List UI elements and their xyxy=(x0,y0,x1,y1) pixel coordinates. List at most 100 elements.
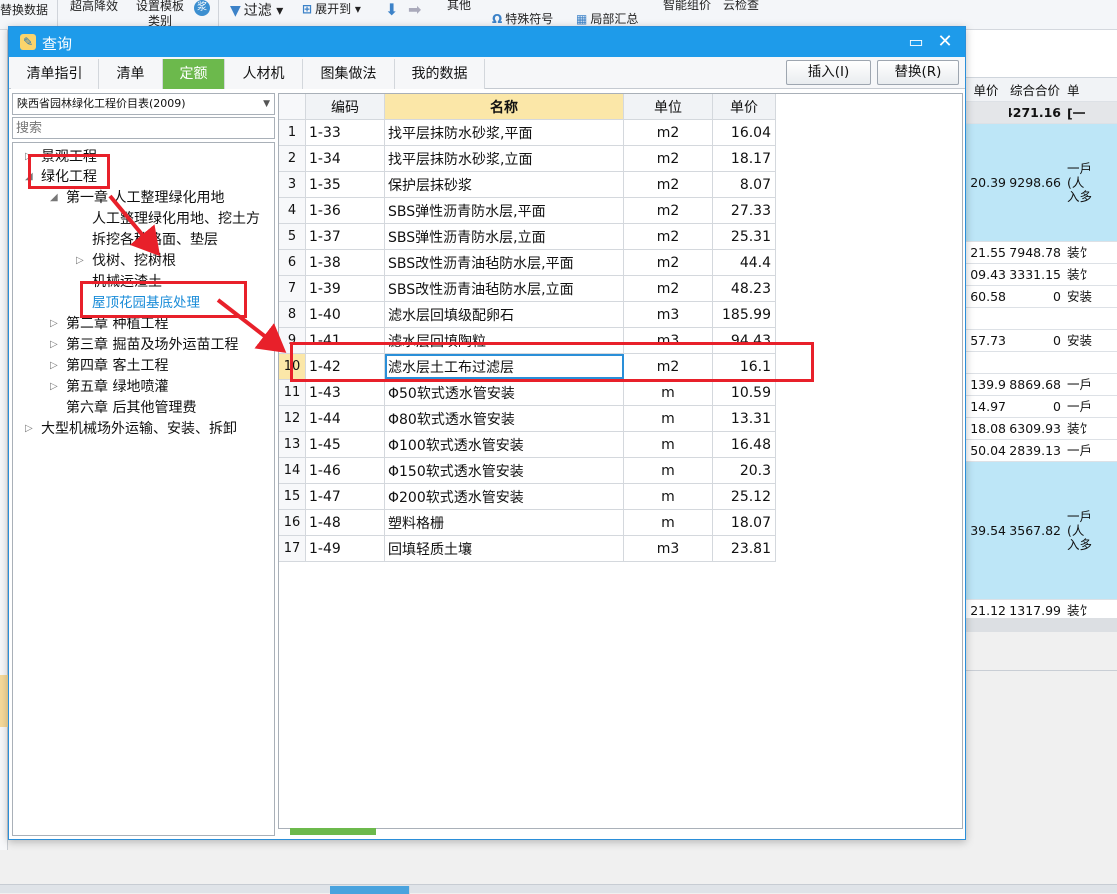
unit-cell[interactable]: m2 xyxy=(624,198,713,223)
unit-cell[interactable]: m2 xyxy=(624,276,713,301)
replace-button[interactable]: 替换(R) xyxy=(877,60,959,85)
expand-to-button[interactable]: ⊞ 展开到 ▾ xyxy=(302,0,361,17)
local-summary-button[interactable]: ▦ 局部汇总 xyxy=(576,10,638,27)
name-cell[interactable]: SBS弹性沥青防水层,平面 xyxy=(385,198,624,223)
code-cell[interactable]: 1-44 xyxy=(306,406,385,431)
row-index-cell[interactable]: 3 xyxy=(279,172,306,197)
background-grid-row[interactable]: 50.0412839.13 一戶 xyxy=(966,440,1117,462)
unit-cell[interactable]: m xyxy=(624,432,713,457)
background-grid-row[interactable]: 09.4383331.15 装饣 xyxy=(966,264,1117,286)
table-row[interactable]: 11 1-43 Φ50软式透水管安装 m 10.59 xyxy=(279,380,776,406)
table-row[interactable]: 3 1-35 保护层抹砂浆 m2 8.07 xyxy=(279,172,776,198)
tree-item-site-prep[interactable]: 人工整理绿化用地、挖土方 xyxy=(92,209,260,229)
background-grid-row[interactable]: 57.73 0 安装 xyxy=(966,330,1117,352)
row-index-cell[interactable]: 8 xyxy=(279,302,306,327)
price-cell[interactable]: 20.3 xyxy=(713,458,776,483)
code-cell[interactable]: 1-47 xyxy=(306,484,385,509)
name-cell[interactable]: 回填轻质土壤 xyxy=(385,536,624,561)
table-header-price[interactable]: 单价 xyxy=(713,94,776,119)
price-reduce-button[interactable]: 超高降效 xyxy=(70,0,118,14)
price-cell[interactable]: 13.31 xyxy=(713,406,776,431)
row-index-cell[interactable]: 12 xyxy=(279,406,306,431)
table-row[interactable]: 8 1-40 滤水层回填级配卵石 m3 185.99 xyxy=(279,302,776,328)
name-cell[interactable]: 保护层抹砂浆 xyxy=(385,172,624,197)
price-cell[interactable]: 10.59 xyxy=(713,380,776,405)
price-cell[interactable]: 25.31 xyxy=(713,224,776,249)
horizontal-scroll-handle[interactable] xyxy=(290,828,376,835)
tree-expand-icon[interactable]: ▷ xyxy=(25,419,33,439)
background-grid-row[interactable]: 14.97 0 一戶 xyxy=(966,396,1117,418)
arrow-down-icon[interactable]: ⬇ xyxy=(385,0,398,19)
price-cell[interactable]: 48.23 xyxy=(713,276,776,301)
special-symbol-button[interactable]: Ω 特殊符号 xyxy=(492,10,553,27)
price-cell[interactable]: 27.33 xyxy=(713,198,776,223)
code-cell[interactable]: 1-49 xyxy=(306,536,385,561)
price-cell[interactable]: 18.17 xyxy=(713,146,776,171)
code-cell[interactable]: 1-38 xyxy=(306,250,385,275)
table-row[interactable]: 4 1-36 SBS弹性沥青防水层,平面 m2 27.33 xyxy=(279,198,776,224)
code-cell[interactable]: 1-37 xyxy=(306,224,385,249)
unit-cell[interactable]: m3 xyxy=(624,536,713,561)
code-cell[interactable]: 1-45 xyxy=(306,432,385,457)
table-row[interactable]: 15 1-47 Φ200软式透水管安装 m 25.12 xyxy=(279,484,776,510)
price-cell[interactable]: 25.12 xyxy=(713,484,776,509)
table-row[interactable]: 5 1-37 SBS弹性沥青防水层,立面 m2 25.31 xyxy=(279,224,776,250)
replace-data-button[interactable]: 替换数据 xyxy=(0,1,48,18)
table-row[interactable]: 2 1-34 找平层抹防水砂浆,立面 m2 18.17 xyxy=(279,146,776,172)
price-cell[interactable]: 23.81 xyxy=(713,536,776,561)
name-cell[interactable]: 滤水层回填级配卵石 xyxy=(385,302,624,327)
tab-labor-material[interactable]: 人材机 xyxy=(225,59,303,89)
table-row[interactable]: 17 1-49 回填轻质土壤 m3 23.81 xyxy=(279,536,776,562)
close-icon[interactable]: ✕ xyxy=(934,31,956,53)
smart-price-button[interactable]: 智能组价 xyxy=(663,0,711,13)
name-cell[interactable]: 塑料格栅 xyxy=(385,510,624,535)
code-cell[interactable]: 1-36 xyxy=(306,198,385,223)
row-index-cell[interactable]: 6 xyxy=(279,250,306,275)
background-grid-row[interactable]: 21.55 7948.78 装饣 xyxy=(966,242,1117,264)
unit-cell[interactable]: m xyxy=(624,458,713,483)
unit-cell[interactable]: m2 xyxy=(624,172,713,197)
name-cell[interactable]: 找平层抹防水砂浆,平面 xyxy=(385,120,624,145)
tab-my-data[interactable]: 我的数据 xyxy=(395,59,485,89)
code-cell[interactable]: 1-46 xyxy=(306,458,385,483)
unit-cell[interactable]: m xyxy=(624,380,713,405)
row-index-cell[interactable]: 7 xyxy=(279,276,306,301)
tree-expand-icon[interactable]: ▷ xyxy=(76,251,84,271)
tab-list-guide[interactable]: 清单指引 xyxy=(11,59,99,89)
table-header-unit[interactable]: 单位 xyxy=(624,94,713,119)
name-cell[interactable]: Φ150软式透水管安装 xyxy=(385,458,624,483)
insert-button[interactable]: 插入(I) xyxy=(786,60,871,85)
name-cell[interactable]: Φ200软式透水管安装 xyxy=(385,484,624,509)
background-grid-row[interactable] xyxy=(966,352,1117,374)
background-grid-row[interactable]: 60.58 0 安装 xyxy=(966,286,1117,308)
code-cell[interactable]: 1-35 xyxy=(306,172,385,197)
background-grid-row[interactable]: 39.5423567.82一戶(人入多 xyxy=(966,462,1117,600)
price-cell[interactable]: 8.07 xyxy=(713,172,776,197)
tree-item-pavement-removal[interactable]: 拆挖各种路面、垫层 xyxy=(92,230,218,250)
price-cell[interactable]: 18.07 xyxy=(713,510,776,535)
search-input[interactable] xyxy=(12,117,275,139)
table-row[interactable]: 12 1-44 Φ80软式透水管安装 m 13.31 xyxy=(279,406,776,432)
unit-cell[interactable]: m2 xyxy=(624,250,713,275)
background-grid-row[interactable]: 139.9 8869.68 一戶 xyxy=(966,374,1117,396)
table-header-name[interactable]: 名称 xyxy=(385,94,624,119)
tree-expand-icon[interactable]: ▷ xyxy=(50,377,58,397)
row-index-cell[interactable]: 1 xyxy=(279,120,306,145)
name-cell[interactable]: 找平层抹防水砂浆,立面 xyxy=(385,146,624,171)
unit-cell[interactable]: m xyxy=(624,510,713,535)
name-cell[interactable]: SBS改性沥青油毡防水层,立面 xyxy=(385,276,624,301)
library-select[interactable]: 陕西省园林绿化工程价目表(2009) ▼ xyxy=(12,93,275,115)
price-cell[interactable]: 44.4 xyxy=(713,250,776,275)
name-cell[interactable]: Φ50软式透水管安装 xyxy=(385,380,624,405)
row-index-cell[interactable]: 17 xyxy=(279,536,306,561)
code-cell[interactable]: 1-48 xyxy=(306,510,385,535)
table-row[interactable]: 13 1-45 Φ100软式透水管安装 m 16.48 xyxy=(279,432,776,458)
name-cell[interactable]: Φ80软式透水管安装 xyxy=(385,406,624,431)
background-grid-row[interactable]: 18.08136309.93 装饣 xyxy=(966,418,1117,440)
row-index-cell[interactable]: 4 xyxy=(279,198,306,223)
tree-expand-icon[interactable]: ▷ xyxy=(50,335,58,355)
filter-button[interactable]: ▼ 过滤 ▾ xyxy=(230,0,283,20)
name-cell[interactable]: SBS改性沥青油毡防水层,平面 xyxy=(385,250,624,275)
tab-list[interactable]: 清单 xyxy=(99,59,163,89)
unit-cell[interactable]: m2 xyxy=(624,120,713,145)
